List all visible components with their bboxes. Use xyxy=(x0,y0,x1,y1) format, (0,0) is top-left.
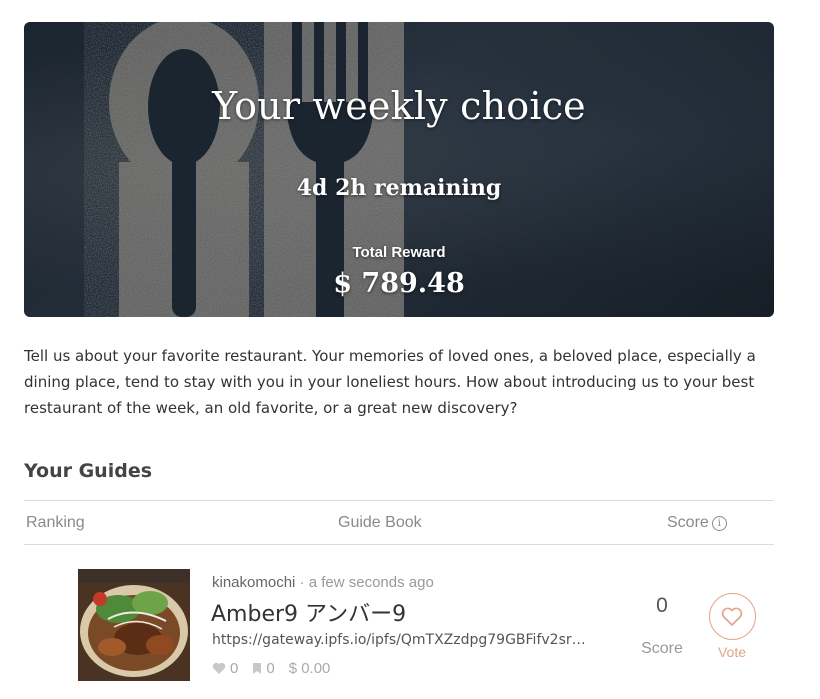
intro-text: Tell us about your favorite restaurant. … xyxy=(24,347,756,417)
table-row[interactable]: kinakomochi · a few seconds ago Amber9 ア… xyxy=(24,546,774,696)
score-label: Score xyxy=(641,640,683,657)
info-icon[interactable]: i xyxy=(711,515,727,531)
total-reward-value: $ 789.48 xyxy=(333,268,465,299)
guide-title[interactable]: Amber9 アンバー9 xyxy=(211,596,406,628)
author-line: kinakomochi · a few seconds ago xyxy=(212,574,434,591)
payout-value: $ 0.00 xyxy=(288,660,331,677)
vote-button[interactable]: Vote xyxy=(708,593,756,660)
bookmarks-stat: 0 xyxy=(252,660,275,677)
separator: · xyxy=(295,574,309,591)
payout-stat: $ 0.00 xyxy=(289,660,331,677)
likes-count: 0 xyxy=(230,660,239,677)
vote-heart-icon xyxy=(721,607,743,626)
score-value: 0 xyxy=(656,594,668,617)
total-reward-label: Total Reward xyxy=(352,244,446,261)
bookmark-icon xyxy=(253,663,262,674)
time-remaining: 4d 2h remaining xyxy=(296,175,502,201)
author-name[interactable]: kinakomochi xyxy=(212,574,295,591)
food-photo-icon xyxy=(78,569,190,681)
column-guide-book: Guide Book xyxy=(338,514,422,531)
guide-url[interactable]: https://gateway.ipfs.io/ipfs/QmTXZzdpg79… xyxy=(212,632,607,648)
guide-stats: 0 0 $ 0.00 xyxy=(212,660,330,677)
section-title: Your Guides xyxy=(24,460,153,482)
guides-table-header: Ranking Guide Book Score i xyxy=(24,500,774,545)
vote-circle[interactable] xyxy=(708,593,756,640)
vote-label: Vote xyxy=(717,644,747,660)
post-time: a few seconds ago xyxy=(308,574,434,591)
hero-title: Your weekly choice xyxy=(212,84,586,128)
likes-stat: 0 xyxy=(212,660,238,677)
column-score-label: Score xyxy=(667,514,709,531)
column-score: Score i xyxy=(667,514,727,532)
bookmarks-count: 0 xyxy=(266,660,275,677)
column-ranking: Ranking xyxy=(26,514,85,531)
guide-thumbnail[interactable] xyxy=(78,569,190,681)
heart-icon xyxy=(212,662,226,674)
hero-banner: Your weekly choice 4d 2h remaining Total… xyxy=(24,22,774,317)
